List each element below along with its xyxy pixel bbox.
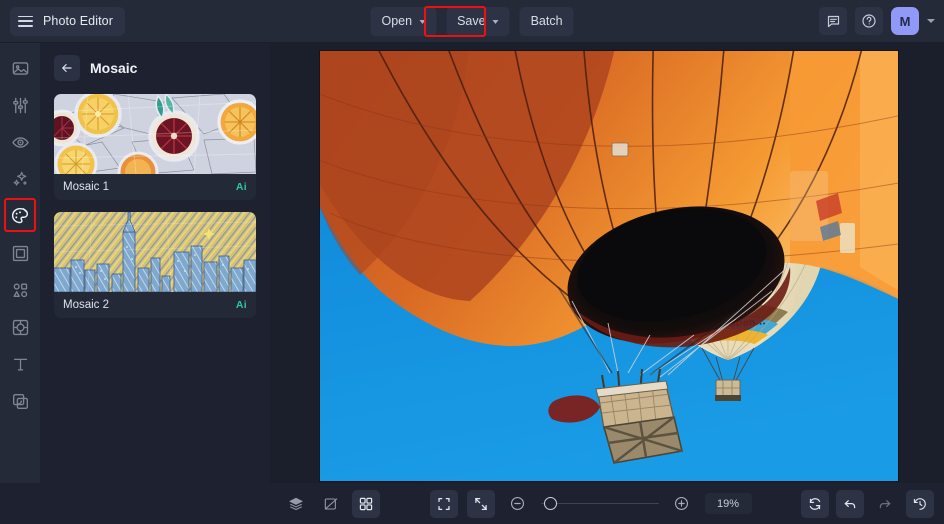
account-chevron-down-icon[interactable] <box>927 19 935 23</box>
save-button-label: Save <box>457 14 486 28</box>
question-circle-icon <box>862 14 876 28</box>
sliders-icon <box>12 97 28 113</box>
layers-icon <box>289 497 303 510</box>
hamburger-icon <box>18 15 33 27</box>
focus-icon <box>12 319 28 335</box>
reset-button[interactable] <box>801 489 829 518</box>
undo-arrow-icon <box>844 499 856 508</box>
sidebar-item-shapes[interactable] <box>7 277 33 303</box>
open-button-label: Open <box>381 14 413 28</box>
frame-icon <box>12 245 28 261</box>
compare-button[interactable] <box>317 490 345 518</box>
editor-body: Mosaic Mosaic 1 Ai Mosaic 2 Ai <box>0 43 944 483</box>
sidebar-item-image[interactable] <box>7 55 33 81</box>
sparkles-icon <box>13 171 26 186</box>
history-clock-icon <box>913 497 926 510</box>
arrow-left-icon <box>62 64 72 72</box>
zoom-in-button[interactable] <box>668 490 696 518</box>
layers-button[interactable] <box>282 490 310 518</box>
zoom-slider-handle[interactable] <box>543 497 557 510</box>
file-actions-group: Open Save Batch <box>370 6 574 36</box>
collapse-arrows-icon <box>474 497 487 510</box>
shapes-icon <box>12 282 27 297</box>
sidebar-item-effects[interactable] <box>7 166 33 192</box>
image-icon <box>12 61 28 75</box>
chevron-down-icon <box>492 19 499 24</box>
image-canvas[interactable]: www.emotion... <box>320 51 898 481</box>
redo-arrow-icon <box>879 499 891 508</box>
history-button[interactable] <box>906 489 934 518</box>
city-skyline-mosaic-thumbnail <box>54 212 256 292</box>
feedback-button[interactable] <box>819 7 847 35</box>
preset-card-mosaic-2[interactable]: Mosaic 2 Ai <box>54 212 256 318</box>
fit-to-screen-icon <box>437 497 450 510</box>
preset-label: Mosaic 2 <box>63 299 110 311</box>
redo-button[interactable] <box>871 490 899 518</box>
bottom-toolbar: 19% <box>0 483 944 524</box>
sidebar-item-adjust[interactable] <box>7 92 33 118</box>
compare-split-icon <box>324 497 338 510</box>
palette-icon <box>11 207 29 224</box>
back-button[interactable] <box>54 55 80 81</box>
minus-circle-icon <box>510 496 525 511</box>
batch-button[interactable]: Batch <box>519 6 574 36</box>
fit-to-screen-button[interactable] <box>429 489 458 518</box>
zoom-slider-track <box>540 502 659 505</box>
preset-footer: Mosaic 1 Ai <box>54 174 256 200</box>
avatar[interactable]: M <box>891 7 919 35</box>
preset-card-mosaic-1[interactable]: Mosaic 1 Ai <box>54 94 256 200</box>
view-tools-group <box>282 489 380 518</box>
open-button[interactable]: Open <box>370 6 437 36</box>
sidebar-item-focus[interactable] <box>7 314 33 340</box>
help-button[interactable] <box>855 7 883 35</box>
plus-circle-icon <box>674 496 689 511</box>
actual-size-button[interactable] <box>466 489 495 518</box>
comment-icon <box>827 15 839 27</box>
ai-badge: Ai <box>235 299 247 311</box>
presets-panel: Mosaic Mosaic 1 Ai Mosaic 2 Ai <box>40 43 270 483</box>
history-controls-group <box>801 489 934 518</box>
sidebar-item-frames[interactable] <box>7 240 33 266</box>
zoom-slider[interactable] <box>540 497 659 511</box>
zoom-controls-group: 19% <box>429 489 752 518</box>
reset-rotate-icon <box>809 497 821 510</box>
sidebar-item-styles[interactable] <box>7 203 33 229</box>
text-icon <box>13 358 27 371</box>
batch-button-label: Batch <box>530 14 563 28</box>
tool-rail <box>0 43 40 483</box>
top-toolbar: Photo Editor Open Save Batch M <box>0 0 944 43</box>
citrus-mosaic-thumbnail <box>54 94 256 174</box>
account-actions-group: M <box>819 7 944 35</box>
chevron-down-icon <box>419 19 426 24</box>
zoom-out-button[interactable] <box>504 490 532 518</box>
sidebar-item-text[interactable] <box>7 351 33 377</box>
sidebar-item-retouch[interactable] <box>7 129 33 155</box>
undo-button[interactable] <box>836 489 864 518</box>
app-title: Photo Editor <box>43 14 113 28</box>
preset-footer: Mosaic 2 Ai <box>54 292 256 318</box>
preset-label: Mosaic 1 <box>63 181 110 193</box>
hot-air-balloons-against-blue-sky: www.emotion... <box>320 51 898 481</box>
panel-title: Mosaic <box>90 60 138 76</box>
grid-view-icon <box>359 497 373 510</box>
save-button[interactable]: Save <box>446 6 510 36</box>
photo-editor-window: Photo Editor Open Save Batch M Mosaic Mo… <box>0 0 944 524</box>
sidebar-item-layers[interactable] <box>7 388 33 414</box>
app-menu-button[interactable]: Photo Editor <box>10 6 125 36</box>
eye-icon <box>11 136 29 148</box>
zoom-level-value[interactable]: 19% <box>704 493 752 514</box>
panel-header: Mosaic <box>54 55 256 81</box>
canvas-stage[interactable]: www.emotion... <box>270 43 944 483</box>
ai-badge: Ai <box>235 181 247 193</box>
grid-view-button[interactable] <box>352 489 380 518</box>
copy-layers-icon <box>12 393 28 409</box>
